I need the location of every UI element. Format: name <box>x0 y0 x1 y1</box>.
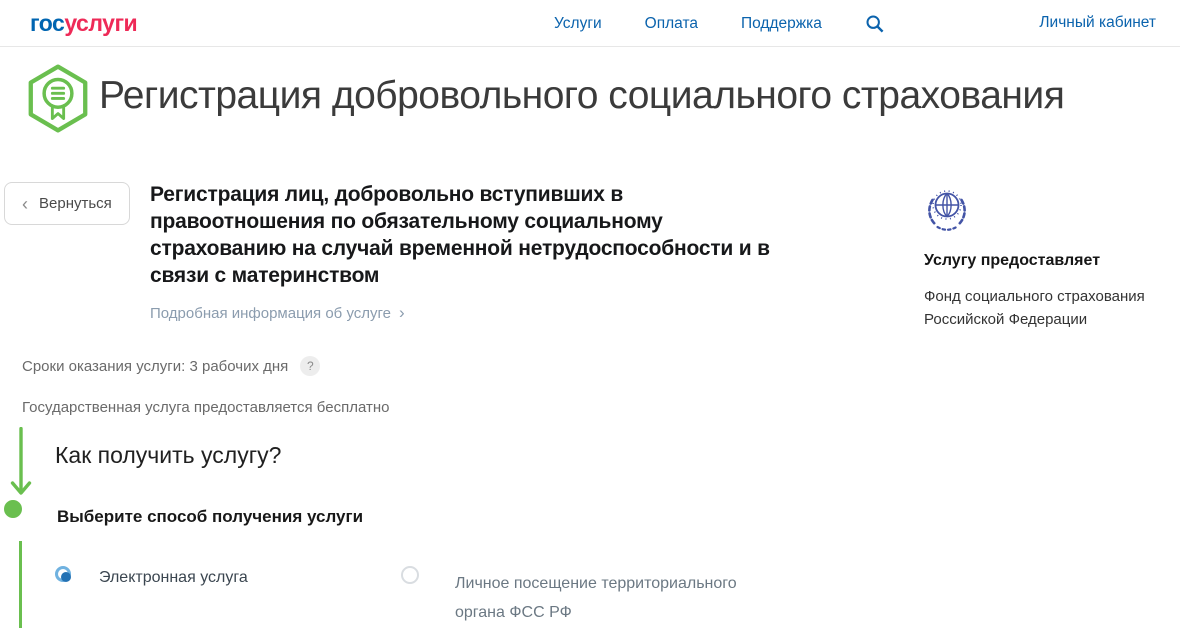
service-heading: Регистрация лиц, добровольно вступивших … <box>150 181 770 289</box>
service-heading-line: правоотношения по обязательному социальн… <box>150 208 770 235</box>
logo-part-red: услуги <box>64 10 137 36</box>
nav-item-support[interactable]: Поддержка <box>741 15 822 33</box>
provider-label: Услугу предоставляет <box>924 252 1100 270</box>
service-medal-icon <box>21 62 95 141</box>
service-heading-line: Регистрация лиц, добровольно вступивших … <box>150 181 770 208</box>
fss-emblem-icon <box>924 186 970 239</box>
service-heading-line: страхованию на случай временной нетрудос… <box>150 235 770 262</box>
personal-account-link[interactable]: Личный кабинет <box>1039 14 1156 32</box>
radio-dot <box>61 572 71 582</box>
gosuslugi-service-page: госуслуги Услуги Оплата Поддержка Личный… <box>0 0 1180 628</box>
details-link[interactable]: Подробная информация об услуге › <box>150 304 405 323</box>
free-notice: Государственная услуга предоставляется б… <box>22 399 389 416</box>
main-nav: Услуги Оплата Поддержка <box>554 0 885 47</box>
top-header: госуслуги Услуги Оплата Поддержка Личный… <box>0 0 1180 47</box>
chevron-left-icon: ‹ <box>22 195 28 213</box>
page-title: Регистрация добровольного социального ст… <box>99 74 1064 118</box>
nav-item-services[interactable]: Услуги <box>554 15 602 33</box>
step-label: Выберите способ получения услуги <box>57 507 363 527</box>
how-to-heading: Как получить услугу? <box>55 442 281 469</box>
timeline-step-node <box>4 500 22 518</box>
radio-in-person-visit-label[interactable]: Личное посещение территориального органа… <box>455 569 755 627</box>
back-button[interactable]: ‹ Вернуться <box>4 182 130 225</box>
help-icon[interactable]: ? <box>300 356 320 376</box>
gosuslugi-logo[interactable]: госуслуги <box>30 10 137 37</box>
timeline-line <box>19 541 22 628</box>
chevron-right-icon: › <box>399 303 405 323</box>
back-button-label: Вернуться <box>39 195 112 212</box>
radio-in-person-visit[interactable] <box>401 566 419 584</box>
search-icon[interactable] <box>865 14 885 34</box>
details-link-label: Подробная информация об услуге <box>150 305 391 322</box>
radio-electronic-service-label[interactable]: Электронная услуга <box>99 569 248 587</box>
logo-part-blue: гос <box>30 10 64 36</box>
timeline-arrow-down-icon <box>8 427 34 502</box>
provider-name: Фонд социального страхования Российской … <box>924 285 1179 331</box>
service-heading-line: связи с материнством <box>150 262 770 289</box>
radio-electronic-service[interactable] <box>55 566 71 582</box>
nav-item-payment[interactable]: Оплата <box>645 15 698 33</box>
service-terms-text: Сроки оказания услуги: 3 рабочих дня <box>22 358 288 375</box>
service-terms: Сроки оказания услуги: 3 рабочих дня ? <box>22 356 320 376</box>
